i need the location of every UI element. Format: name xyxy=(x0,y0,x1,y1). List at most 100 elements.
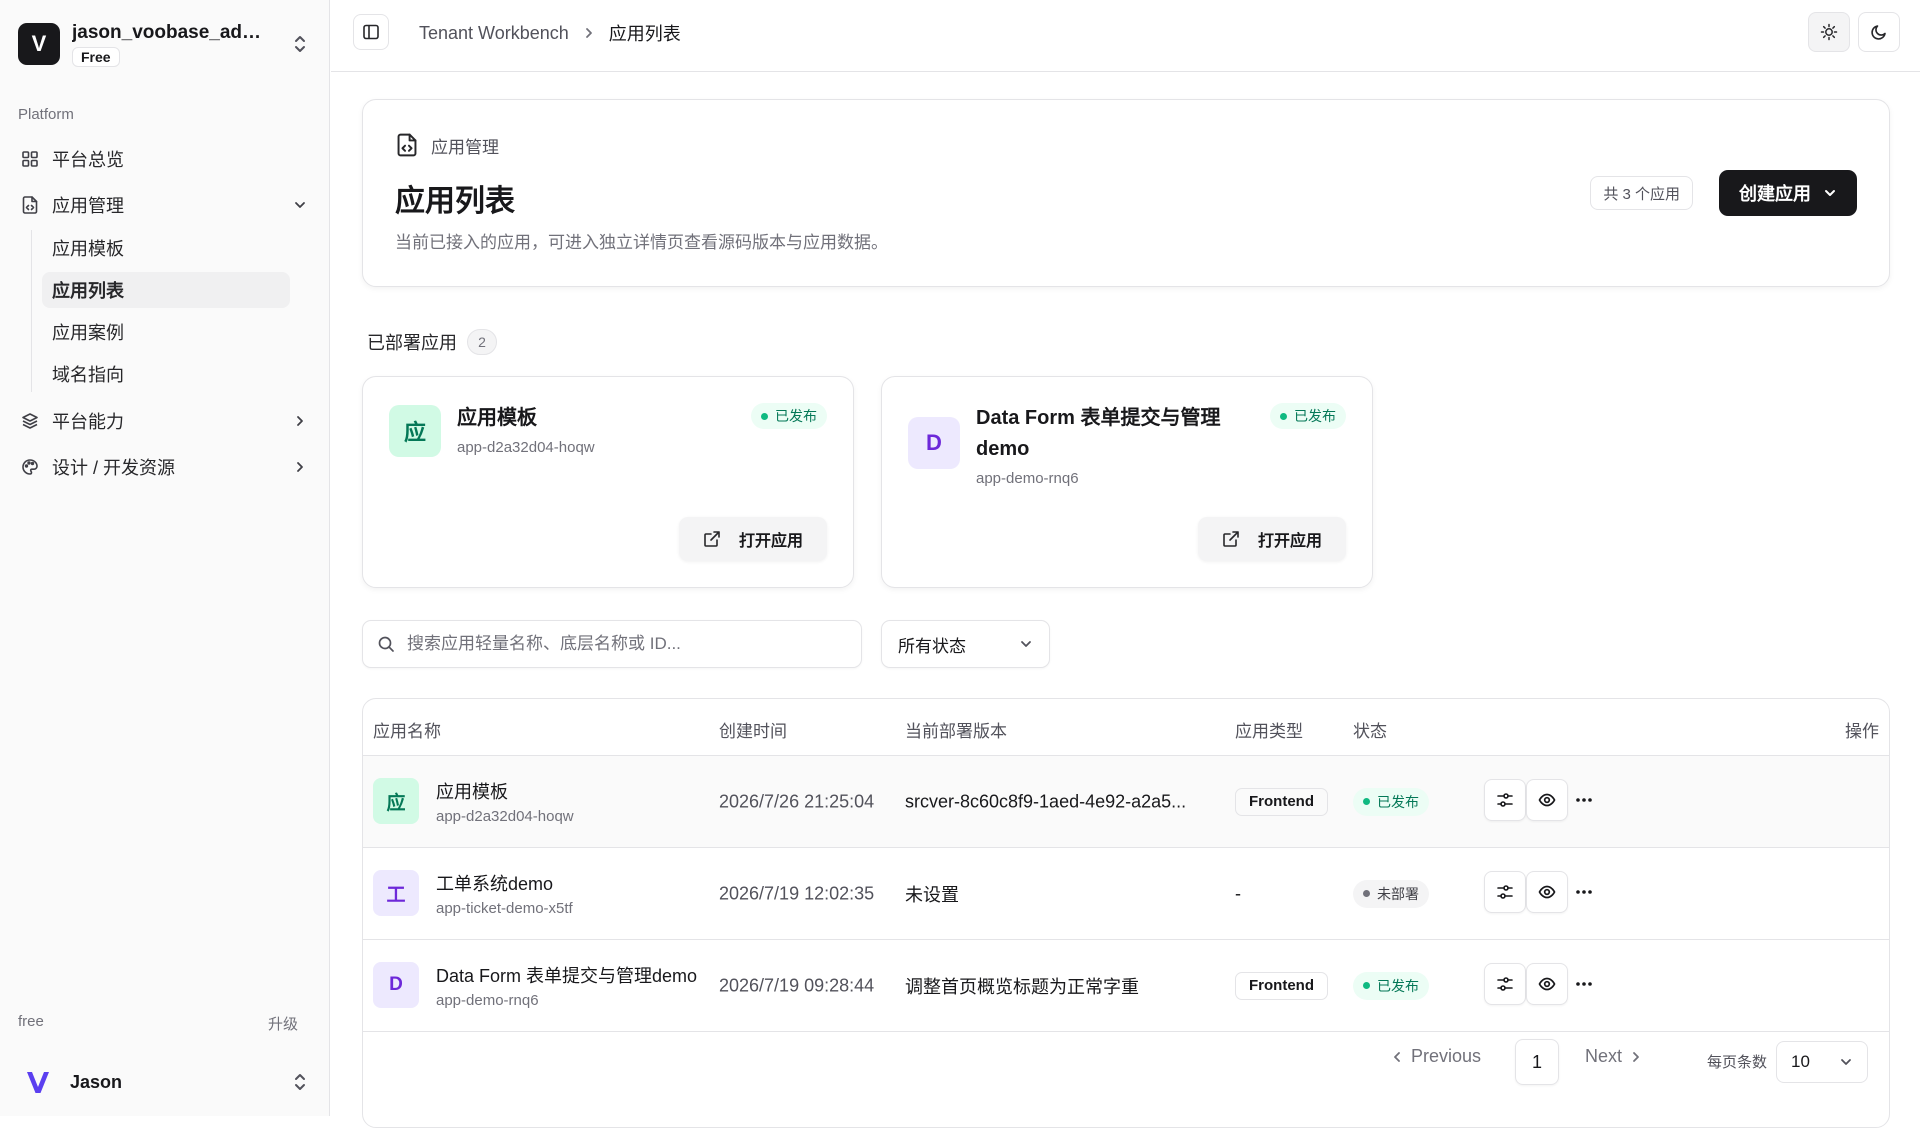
column-header-status: 状态 xyxy=(1353,722,1387,741)
page-size-value: 10 xyxy=(1791,1052,1810,1071)
user-avatar xyxy=(18,1062,58,1102)
app-name: 应用模板 xyxy=(436,782,508,802)
status-badge: 已发布 xyxy=(751,403,827,429)
moon-icon xyxy=(1871,25,1886,40)
breadcrumb-tenant-workbench[interactable]: Tenant Workbench xyxy=(419,23,569,44)
workspace-name: jason_voobase_admi... xyxy=(72,21,277,43)
eye-icon xyxy=(1538,793,1556,807)
type-cell: - xyxy=(1235,883,1241,903)
user-menu[interactable]: Jason xyxy=(18,1058,310,1106)
deploy-version: 调整首页概览标题为正常字重 xyxy=(905,976,1139,997)
sidebar-nav: 平台总览 应用管理 应用模板 应用列表 应用案例 域名指向 平台能力 设计 / … xyxy=(12,136,318,490)
workspace-plan-badge: Free xyxy=(72,46,120,67)
app-icon: 工 xyxy=(373,870,419,916)
deploy-version: srcver-8c60c8f9-1aed-4e92-a2a5... xyxy=(905,791,1187,811)
sidebar-item-label: 应用管理 xyxy=(52,196,124,216)
apps-table: 应用名称 创建时间 当前部署版本 应用类型 状态 操作 应 应用模板 app-d… xyxy=(362,698,1890,1128)
next-page-button[interactable]: Next xyxy=(1585,1046,1642,1067)
status-label: 已发布 xyxy=(1377,793,1419,810)
status-filter-select[interactable]: 所有状态 xyxy=(881,620,1050,668)
create-app-button[interactable]: 创建应用 xyxy=(1719,170,1857,216)
table-row[interactable]: D Data Form 表单提交与管理demo app-demo-rnq6 20… xyxy=(363,940,1889,1032)
sliders-icon xyxy=(1497,793,1513,807)
created-time: 2026/7/19 09:28:44 xyxy=(719,975,875,995)
table-row[interactable]: 应 应用模板 app-d2a32d04-hoqw 2026/7/26 21:25… xyxy=(363,756,1889,848)
status-dot xyxy=(1280,412,1287,420)
more-actions-button[interactable] xyxy=(1569,779,1599,821)
previous-page-button[interactable]: Previous xyxy=(1391,1046,1481,1067)
sidebar-section-label: Platform xyxy=(18,106,74,123)
deployed-apps-count: 2 xyxy=(467,329,497,355)
preview-button[interactable] xyxy=(1526,963,1568,1005)
more-actions-button[interactable] xyxy=(1569,871,1599,913)
eye-icon xyxy=(1538,977,1556,991)
eye-icon xyxy=(1538,885,1556,899)
page-description: 当前已接入的应用，可进入独立详情页查看源码版本与应用数据。 xyxy=(395,233,888,252)
app-card-title: Data Form 表单提交与管理 demo xyxy=(976,407,1221,460)
chevron-right-icon xyxy=(290,460,310,474)
type-badge: Frontend xyxy=(1235,971,1328,1000)
open-app-button[interactable]: 打开应用 xyxy=(678,517,827,561)
status-dot xyxy=(1363,982,1370,989)
main-content: 应用管理 应用列表 当前已接入的应用，可进入独立详情页查看源码版本与应用数据。 … xyxy=(331,73,1920,1128)
chevrons-up-down-icon xyxy=(290,34,310,54)
sliders-icon xyxy=(1497,885,1513,899)
app-count-badge: 共 3 个应用 xyxy=(1590,176,1693,210)
sidebar-item-platform-overview[interactable]: 平台总览 xyxy=(12,136,318,182)
deployed-apps-heading: 已部署应用 2 xyxy=(367,329,497,355)
page-button-current[interactable]: 1 xyxy=(1515,1039,1559,1085)
settings-button[interactable] xyxy=(1484,963,1526,1005)
sidebar-item-platform-capabilities[interactable]: 平台能力 xyxy=(12,398,318,444)
table-header: 应用名称 创建时间 当前部署版本 应用类型 状态 操作 xyxy=(363,699,1889,756)
chevron-down-icon xyxy=(1841,1059,1851,1065)
sidebar: V jason_voobase_admi... Free Platform 平台… xyxy=(0,0,330,1116)
open-app-button[interactable]: 打开应用 xyxy=(1197,517,1346,561)
workspace-switcher[interactable]: V jason_voobase_admi... Free xyxy=(18,18,310,70)
settings-button[interactable] xyxy=(1484,779,1526,821)
page-size-select[interactable]: 10 xyxy=(1776,1041,1868,1083)
app-card-id: app-d2a32d04-hoqw xyxy=(457,439,595,456)
dark-theme-button[interactable] xyxy=(1858,12,1900,52)
chevron-right-icon xyxy=(290,414,310,428)
light-theme-button[interactable] xyxy=(1808,12,1850,52)
file-code-icon xyxy=(20,195,40,215)
breadcrumb-current: 应用列表 xyxy=(608,24,681,44)
page-size-label: 每页条数 xyxy=(1707,1054,1768,1071)
upgrade-link[interactable]: 升级 xyxy=(268,1013,298,1034)
file-code-icon xyxy=(395,132,419,158)
sidebar-toggle-button[interactable] xyxy=(353,14,389,50)
chevron-left-icon xyxy=(1394,1051,1400,1062)
table-row[interactable]: 工 工单系统demo app-ticket-demo-x5tf 2026/7/1… xyxy=(363,848,1889,940)
app-icon: D xyxy=(908,417,960,469)
app-card-title: 应用模板 xyxy=(457,407,537,429)
sidebar-item-app-management[interactable]: 应用管理 xyxy=(12,182,318,228)
page-kicker: 应用管理 xyxy=(395,132,499,158)
status-badge: 已发布 xyxy=(1270,403,1346,429)
chevrons-up-down-icon xyxy=(290,1072,310,1092)
sidebar-subitem-app-templates[interactable]: 应用模板 xyxy=(42,230,290,266)
status-badge: 已发布 xyxy=(1353,971,1429,1000)
chevron-down-icon xyxy=(290,198,310,212)
sidebar-item-label: 设计 / 开发资源 xyxy=(52,458,176,478)
status-cell: 未部署 xyxy=(1353,879,1429,908)
next-label: Next xyxy=(1585,1046,1623,1066)
sliders-icon xyxy=(1497,977,1513,991)
sidebar-subitem-app-list[interactable]: 应用列表 xyxy=(42,272,290,308)
created-time: 2026/7/19 12:02:35 xyxy=(719,883,875,903)
sidebar-item-design-dev-resources[interactable]: 设计 / 开发资源 xyxy=(12,444,318,490)
search-input[interactable] xyxy=(407,634,847,654)
status-label: 未部署 xyxy=(1377,885,1419,902)
column-header-version: 当前部署版本 xyxy=(905,722,1007,741)
sidebar-subnav: 应用模板 应用列表 应用案例 域名指向 xyxy=(31,230,318,392)
sun-icon xyxy=(1820,23,1838,41)
sidebar-subitem-domain-mapping[interactable]: 域名指向 xyxy=(42,356,290,392)
preview-button[interactable] xyxy=(1526,779,1568,821)
settings-button[interactable] xyxy=(1484,871,1526,913)
workspace-logo: V xyxy=(18,23,60,65)
status-label: 已发布 xyxy=(1294,408,1336,424)
app-icon: 应 xyxy=(389,405,441,457)
sidebar-subitem-app-cases[interactable]: 应用案例 xyxy=(42,314,290,350)
more-actions-button[interactable] xyxy=(1569,963,1599,1005)
preview-button[interactable] xyxy=(1526,871,1568,913)
app-card-id: app-demo-rnq6 xyxy=(976,470,1079,487)
